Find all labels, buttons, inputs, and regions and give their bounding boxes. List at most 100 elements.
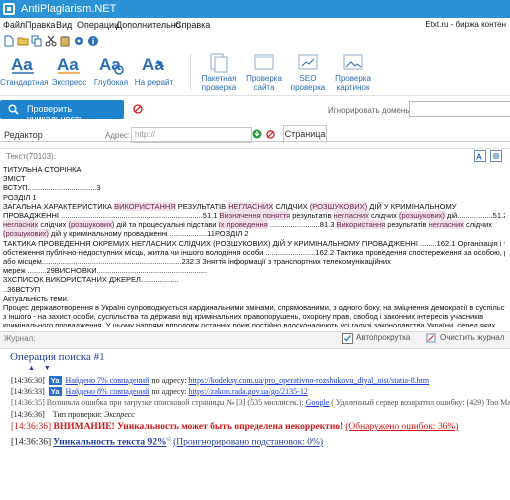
rewrite-check-button[interactable]: Aa На рерайт: [132, 50, 176, 95]
matched-phrase-highlight: негласних: [333, 211, 369, 221]
image-check-label: Проверка картинок: [335, 74, 371, 92]
log-time: [14:36:36]: [11, 437, 52, 448]
text-segment: дій.................51.2 Система: [447, 211, 505, 221]
matched-phrase-highlight: негласних: [3, 220, 39, 230]
found-link[interactable]: Найдено 7% совпадений: [66, 376, 150, 385]
check-uniqueness-button[interactable]: Проверить уникальность: [0, 100, 124, 124]
matched-phrase-highlight: Визначення поняття: [219, 211, 291, 221]
seo-check-label: SEO проверка: [290, 74, 326, 92]
image-check-button[interactable]: Проверка картинок: [330, 50, 376, 95]
expand-collapse-arrows-icon[interactable]: ▲▼: [28, 365, 60, 372]
text-line: ..36ВСТУП: [3, 285, 505, 294]
express-check-label: Экспресс: [51, 78, 87, 87]
ignore-domains-input[interactable]: [409, 101, 510, 117]
etxt-link[interactable]: Etxt.ru - биржа контен: [425, 20, 506, 29]
text-segment: або місцем..............................…: [3, 257, 391, 267]
new-file-icon[interactable]: [3, 35, 15, 47]
menu-advanced[interactable]: Дополнительно: [116, 20, 181, 30]
menu-edit[interactable]: Правка: [25, 20, 55, 30]
seo-check-button[interactable]: SEO проверка: [286, 50, 330, 95]
batch-check-button[interactable]: Пакетная проверка: [196, 50, 242, 95]
text-view-icon[interactable]: [490, 150, 502, 162]
text-line: Актуальність теми.: [3, 294, 505, 303]
operation-title: Операция поиска #1: [10, 351, 105, 363]
check-type-value: Экспресс: [103, 410, 135, 419]
log-time: [14:36:30]: [11, 376, 45, 385]
found-link[interactable]: Найдено 8% совпадений: [66, 387, 150, 396]
log-time: [14:36:36]: [11, 410, 45, 419]
journal-label: Журнал:: [4, 334, 36, 343]
text-segment: ..36ВСТУП: [3, 284, 41, 294]
text-editor-area[interactable]: ТИТУЛЬНА СТОРІНКА ЗМІСТ ВСТУП.............…: [3, 165, 505, 327]
menu-view[interactable]: Вид: [56, 20, 72, 30]
text-segment: 3ХСПИСОК ВИКОРИСТАНИХ ДЖЕРЕЛ............…: [3, 275, 179, 285]
text-segment: ВСТУП.................................3: [3, 183, 101, 193]
log-time: [14:36:33]: [11, 387, 45, 396]
settings-gear-icon[interactable]: [73, 35, 85, 47]
text-segment: Актуальність теми.: [3, 293, 69, 303]
log-text: по адресу:: [149, 387, 189, 396]
search-engine-link[interactable]: Google: [306, 398, 330, 407]
stop-icon[interactable]: [133, 104, 143, 114]
matched-phrase-highlight: (розшукових): [68, 220, 115, 230]
paste-icon[interactable]: [59, 35, 71, 47]
svg-text:A: A: [476, 153, 482, 162]
clear-address-icon[interactable]: [266, 130, 275, 139]
copy-icon[interactable]: [31, 35, 43, 47]
menu-file[interactable]: Файл: [3, 20, 25, 30]
image-icon: [343, 54, 363, 70]
text-segment: ДІЙ У КРИМІНАЛЬНОМУ: [367, 201, 457, 211]
app-logo-icon: [3, 3, 15, 15]
cut-icon[interactable]: [45, 35, 57, 47]
deep-check-button[interactable]: Aa Глубокая: [90, 50, 132, 95]
menu-bar: Файл Правка Вид Операции Дополнительно С…: [0, 18, 510, 34]
matched-phrase-highlight: ВИКОРИСТАННЯ: [114, 201, 176, 211]
clear-journal-icon: [426, 333, 436, 343]
text-segment: ЗМІСТ: [3, 174, 26, 184]
info-icon[interactable]: [87, 35, 99, 47]
log-entry: [14:36:36] ВНИМАНИЕ! Уникальность может …: [11, 422, 510, 432]
menu-operations[interactable]: Операции: [77, 20, 119, 30]
website-icon: [254, 54, 274, 70]
deep-check-icon: Aa: [99, 55, 124, 75]
matched-phrase-highlight: (розшукових): [3, 229, 49, 239]
source-url-link[interactable]: https://kodeksy.com.ua/pro_operativno-ro…: [189, 376, 430, 385]
text-line: 3ХСПИСОК ВИКОРИСТАНИХ ДЖЕРЕЛ............…: [3, 275, 505, 284]
express-check-button[interactable]: Aa Экспресс: [48, 50, 90, 95]
text-line: ТИТУЛЬНА СТОРІНКА: [3, 165, 505, 174]
text-line: обстеження публічно-недоступних місць, ж…: [3, 248, 505, 257]
text-segment: ........................81.3: [267, 220, 337, 230]
editor-label: Редактор: [4, 130, 43, 140]
text-segment: дій у кримінальному провадженні ........…: [48, 229, 249, 239]
substitutions-link[interactable]: (Проигнорировано подстановок: 0%): [173, 438, 323, 448]
text-line: (розшукових) дій у кримінальному провадж…: [3, 229, 505, 239]
site-check-button[interactable]: Проверка сайта: [242, 50, 286, 95]
clear-journal-label: Очистить журнал: [440, 333, 505, 342]
search-icon: [8, 104, 19, 115]
source-url-link[interactable]: https://zakon.rada.gov.ua/go/2135-12: [189, 387, 308, 396]
svg-text:Aa: Aa: [57, 55, 79, 74]
text-line: мереж .........29ВИСНОВКИ...............…: [3, 266, 505, 275]
svg-text:Aa: Aa: [11, 55, 33, 74]
text-line: або місцем..............................…: [3, 257, 505, 266]
window-title: AntiPlagiarism.NET: [21, 3, 117, 15]
text-segment: дій та процесуальні підстави: [114, 220, 219, 230]
log-time: [14:36:35]: [11, 398, 45, 407]
download-icon[interactable]: [252, 129, 262, 139]
log-text: ( Удаленный сервер возвратил ошибку: (42…: [329, 398, 510, 407]
copyright-mark: ©: [166, 437, 172, 443]
title-bar: AntiPlagiarism.NET: [0, 0, 510, 18]
matched-phrase-highlight: НЕГЛАСНИХ: [228, 201, 274, 211]
menu-help[interactable]: Справка: [175, 20, 210, 30]
errors-link[interactable]: (Обнаружено ошибок: 36%): [345, 422, 458, 432]
standard-check-label: Стандартная: [0, 78, 49, 87]
text-format-icon[interactable]: A: [474, 150, 486, 162]
text-line: Процес державотворення в Україні супрово…: [3, 303, 505, 312]
open-folder-icon[interactable]: [17, 35, 29, 47]
uniqueness-result-link[interactable]: Уникальность текста 92%: [53, 438, 166, 448]
log-text: Возникла ошибка при загрузке поисковой с…: [46, 398, 306, 407]
log-text: по адресу:: [149, 376, 189, 385]
standard-check-button[interactable]: Aa Стандартная: [0, 50, 49, 95]
log-time: [14:36:36]: [11, 422, 52, 432]
text-count-label: Текст(70103):: [6, 152, 56, 161]
